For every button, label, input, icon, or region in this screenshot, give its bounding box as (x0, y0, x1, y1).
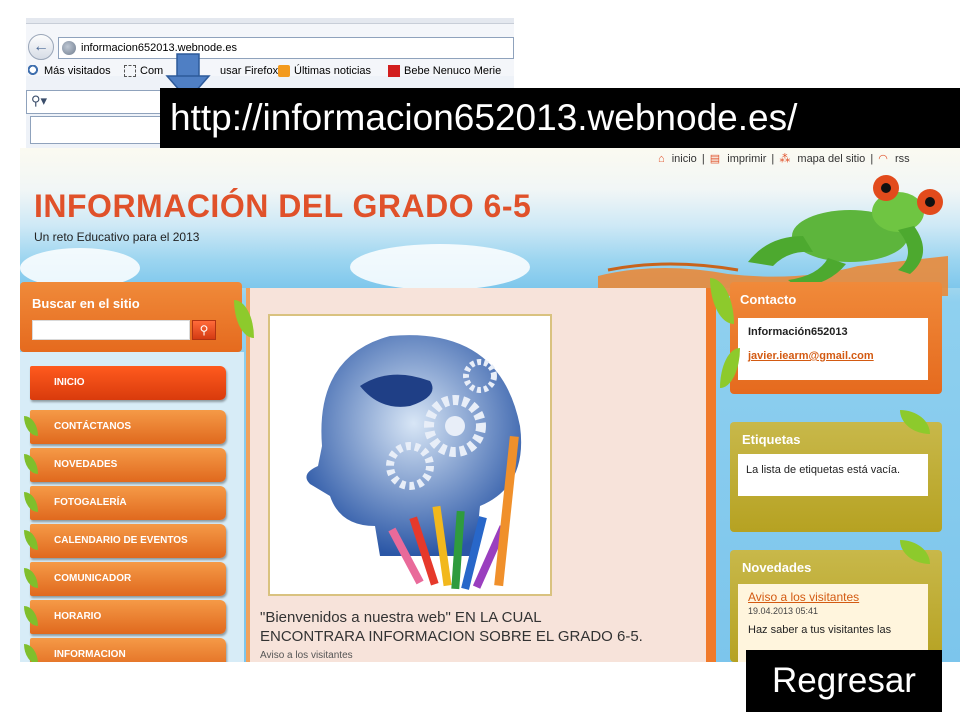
bookmark-com[interactable]: Com (124, 58, 163, 84)
page-icon (124, 65, 136, 77)
top-link-mapa[interactable]: mapa del sitio (797, 153, 865, 165)
site-search-panel: Buscar en el sitio ⚲ (20, 282, 242, 352)
search-button[interactable]: ⚲ (192, 320, 216, 340)
back-arrow-icon[interactable]: ← (28, 34, 54, 60)
tags-header: Etiquetas (742, 432, 801, 447)
globe-icon (62, 41, 76, 55)
top-link-inicio[interactable]: inicio (672, 153, 697, 165)
head-gears-illustration (270, 316, 550, 594)
contact-panel: Contacto Información652013 javier.iearm@… (730, 282, 942, 394)
nav-item-informacion[interactable]: INFORMACION (24, 638, 226, 662)
news-header: Novedades (742, 560, 812, 575)
news-item-text: Haz saber a tus visitantes las (748, 624, 892, 636)
frog-mascot-image (598, 175, 948, 296)
nav-label: HORARIO (54, 611, 102, 622)
leaf-icon (24, 492, 38, 512)
contact-name: Información652013 (748, 326, 848, 338)
site-search-input[interactable] (32, 320, 190, 340)
bookmark-firefox[interactable]: usar Firefox (220, 58, 278, 84)
top-links: ⌂ inicio | ▤ imprimir | ⁂ mapa del sitio… (658, 153, 910, 165)
news-item-date: 19.04.2013 05:41 (748, 606, 819, 616)
site-title: INFORMACIÓN DEL GRADO 6-5 (34, 188, 532, 224)
nav-label: INICIO (54, 377, 85, 388)
nav-item-novedades[interactable]: NOVEDADES (24, 448, 226, 482)
news-item-link[interactable]: Aviso a los visitantes (748, 590, 918, 604)
rss-icon (278, 65, 290, 77)
main-content: "Bienvenidos a nuestra web" EN LA CUAL E… (246, 288, 716, 662)
red-tile-icon (388, 65, 400, 77)
search-icon[interactable]: ⚲▾ (31, 93, 47, 109)
nav-item-comunicador[interactable]: COMUNICADOR (24, 562, 226, 596)
left-navigation: INICIO CONTÁCTANOS NOVEDADES FOTOGALERÍA… (20, 352, 244, 662)
nav-label: COMUNICADOR (54, 573, 132, 584)
nav-item-calendario[interactable]: CALENDARIO DE EVENTOS (24, 524, 226, 558)
regresar-button[interactable]: Regresar (746, 650, 942, 712)
nav-item-fotogaleria[interactable]: FOTOGALERÍA (24, 486, 226, 520)
leaf-icon (24, 606, 38, 626)
search-icon: ⚲ (199, 323, 209, 337)
bookmark-label: Com (140, 65, 164, 77)
welcome-line-2: ENCONTRARA INFORMACION SOBRE EL GRADO 6-… (260, 628, 643, 645)
featured-image (268, 314, 552, 596)
nav-item-horario[interactable]: HORARIO (24, 600, 226, 634)
welcome-text: "Bienvenidos a nuestra web" EN LA CUAL E… (260, 608, 700, 662)
bookmark-news[interactable]: Últimas noticias (278, 58, 371, 84)
welcome-small: Aviso a los visitantes (260, 650, 353, 661)
tags-panel: Etiquetas La lista de etiquetas está vac… (730, 422, 942, 532)
contact-body: Información652013 javier.iearm@gmail.com (738, 318, 928, 380)
sitemap-icon: ⁂ (779, 153, 791, 165)
nav-label: INFORMACION (54, 649, 126, 660)
top-link-rss[interactable]: rss (895, 153, 910, 165)
leaf-icon (24, 568, 38, 588)
nav-label: NOVEDADES (54, 459, 118, 470)
print-icon: ▤ (709, 153, 721, 165)
site-search-label: Buscar en el sitio (32, 296, 140, 311)
bookmark-label: usar Firefox (220, 65, 279, 77)
leaf-icon (24, 530, 38, 550)
leaf-icon (24, 644, 38, 662)
welcome-line-1: "Bienvenidos a nuestra web" EN LA CUAL (260, 609, 542, 626)
leaf-icon (24, 416, 38, 436)
address-bar[interactable]: informacion652013.webnode.es (58, 37, 514, 59)
website-page: ⌂ inicio | ▤ imprimir | ⁂ mapa del sitio… (20, 148, 960, 662)
url-banner: http://informacion652013.webnode.es/ (160, 88, 960, 148)
rss-icon: ◠ (878, 153, 888, 165)
contact-email-link[interactable]: javier.iearm@gmail.com (748, 350, 874, 362)
contact-header: Contacto (740, 292, 797, 307)
nav-label: FOTOGALERÍA (54, 497, 127, 508)
cloud-decoration (350, 244, 530, 290)
magnifier-icon (28, 65, 40, 77)
nav-item-inicio[interactable]: INICIO (30, 366, 226, 400)
tags-body: La lista de etiquetas está vacía. (738, 454, 928, 496)
bookmark-bebe[interactable]: Bebe Nenuco Merie (388, 58, 501, 84)
nav-label: CALENDARIO DE EVENTOS (54, 535, 188, 546)
bookmark-label: Bebe Nenuco Merie (404, 65, 502, 77)
nav-item-contactanos[interactable]: CONTÁCTANOS (24, 410, 226, 444)
news-panel: Novedades Aviso a los visitantes 19.04.2… (730, 550, 942, 662)
nav-label: CONTÁCTANOS (54, 421, 132, 432)
dropdown-arrow: ▾ (40, 93, 48, 108)
bookmarks-toolbar: Más visitados Com usar Firefox Últimas n… (26, 58, 514, 84)
top-link-imprimir[interactable]: imprimir (727, 153, 766, 165)
bookmark-most-visited[interactable]: Más visitados (28, 58, 111, 84)
bookmark-label: Últimas noticias (294, 65, 372, 77)
home-icon: ⌂ (658, 153, 665, 165)
leaf-icon (24, 454, 38, 474)
bookmark-label: Más visitados (44, 65, 111, 77)
site-subtitle: Un reto Educativo para el 2013 (34, 230, 200, 244)
